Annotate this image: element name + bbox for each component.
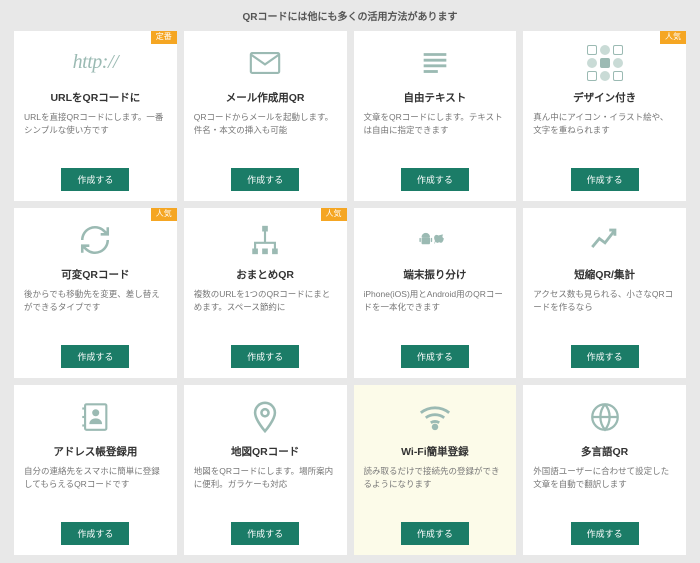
card-title: 可変QRコード xyxy=(61,267,129,282)
addressbook-icon xyxy=(24,389,167,444)
card-title: 多言語QR xyxy=(581,444,628,459)
card-desc: 文章をQRコードにします。テキストは自由に指定できます xyxy=(364,111,507,168)
card-text: 自由テキスト 文章をQRコードにします。テキストは自由に指定できます 作成する xyxy=(354,31,517,201)
card-variable: 人気 可変QRコード 後からでも移動先を変更、差し替えができるタイプです 作成す… xyxy=(14,208,177,378)
card-wifi: Wi-Fi簡単登録 読み取るだけで接続先の登録ができるようになります 作成する xyxy=(354,385,517,555)
card-title: 短縮QR/集計 xyxy=(574,267,635,282)
create-button[interactable]: 作成する xyxy=(571,345,639,368)
card-desc: 自分の連絡先をスマホに簡単に登録してもらえるQRコードです xyxy=(24,465,167,522)
badge-popular: 人気 xyxy=(660,31,686,44)
card-title: URLをQRコードに xyxy=(50,90,140,105)
card-desc: 地図をQRコードにします。場所案内に便利。ガラケーも対応 xyxy=(194,465,337,522)
pin-icon xyxy=(194,389,337,444)
card-address: アドレス帳登録用 自分の連絡先をスマホに簡単に登録してもらえるQRコードです 作… xyxy=(14,385,177,555)
card-title: 端末振り分け xyxy=(403,267,466,282)
create-button[interactable]: 作成する xyxy=(61,522,129,545)
chart-icon xyxy=(533,212,676,267)
android-apple-icon: / xyxy=(364,212,507,267)
card-title: デザイン付き xyxy=(573,90,636,105)
badge-standard: 定番 xyxy=(151,31,177,44)
http-icon: http:// xyxy=(24,35,167,90)
card-desc: 真ん中にアイコン・イラスト絵や、文字を重ねられます xyxy=(533,111,676,168)
refresh-icon xyxy=(24,212,167,267)
page-title: QRコードには他にも多くの活用方法があります xyxy=(14,8,686,23)
card-map: 地図QRコード 地図をQRコードにします。場所案内に便利。ガラケーも対応 作成す… xyxy=(184,385,347,555)
badge-popular: 人気 xyxy=(151,208,177,221)
card-short: 短縮QR/集計 アクセス数も見られる、小さなQRコードを作るなら 作成する xyxy=(523,208,686,378)
card-design: 人気 デザイン付き 真ん中にアイコン・イラスト絵や、文字を重ねられます 作成する xyxy=(523,31,686,201)
mail-icon xyxy=(194,35,337,90)
create-button[interactable]: 作成する xyxy=(231,345,299,368)
card-bundle: 人気 おまとめQR 複数のURLを1つのQRコードにまとめます。スペース節約に … xyxy=(184,208,347,378)
card-device: / 端末振り分け iPhone(iOS)用とAndroid用のQRコードを一本化… xyxy=(354,208,517,378)
card-mail: メール作成用QR QRコードからメールを起動します。件名・本文の挿入も可能 作成… xyxy=(184,31,347,201)
create-button[interactable]: 作成する xyxy=(61,345,129,368)
badge-popular: 人気 xyxy=(321,208,347,221)
card-url: 定番 http:// URLをQRコードに URLを直接QRコードにします。一番… xyxy=(14,31,177,201)
card-desc: 読み取るだけで接続先の登録ができるようになります xyxy=(364,465,507,522)
card-title: おまとめQR xyxy=(236,267,294,282)
card-title: 地図QRコード xyxy=(231,444,299,459)
create-button[interactable]: 作成する xyxy=(401,522,469,545)
card-title: Wi-Fi簡単登録 xyxy=(401,444,469,459)
design-icon xyxy=(533,35,676,90)
globe-icon xyxy=(533,389,676,444)
wifi-icon xyxy=(364,389,507,444)
card-desc: iPhone(iOS)用とAndroid用のQRコードを一本化できます xyxy=(364,288,507,345)
card-title: 自由テキスト xyxy=(404,90,467,105)
text-icon xyxy=(364,35,507,90)
card-desc: 後からでも移動先を変更、差し替えができるタイプです xyxy=(24,288,167,345)
create-button[interactable]: 作成する xyxy=(231,522,299,545)
create-button[interactable]: 作成する xyxy=(231,168,299,191)
card-desc: 複数のURLを1つのQRコードにまとめます。スペース節約に xyxy=(194,288,337,345)
create-button[interactable]: 作成する xyxy=(401,345,469,368)
card-desc: 外国語ユーザーに合わせて設定した文章を自動で翻訳します xyxy=(533,465,676,522)
sitemap-icon xyxy=(194,212,337,267)
card-title: アドレス帳登録用 xyxy=(53,444,137,459)
card-title: メール作成用QR xyxy=(226,90,305,105)
card-multilang: 多言語QR 外国語ユーザーに合わせて設定した文章を自動で翻訳します 作成する xyxy=(523,385,686,555)
card-desc: URLを直接QRコードにします。一番シンプルな使い方です xyxy=(24,111,167,168)
create-button[interactable]: 作成する xyxy=(571,522,639,545)
card-grid: 定番 http:// URLをQRコードに URLを直接QRコードにします。一番… xyxy=(14,31,686,555)
create-button[interactable]: 作成する xyxy=(401,168,469,191)
card-desc: アクセス数も見られる、小さなQRコードを作るなら xyxy=(533,288,676,345)
card-desc: QRコードからメールを起動します。件名・本文の挿入も可能 xyxy=(194,111,337,168)
create-button[interactable]: 作成する xyxy=(61,168,129,191)
create-button[interactable]: 作成する xyxy=(571,168,639,191)
